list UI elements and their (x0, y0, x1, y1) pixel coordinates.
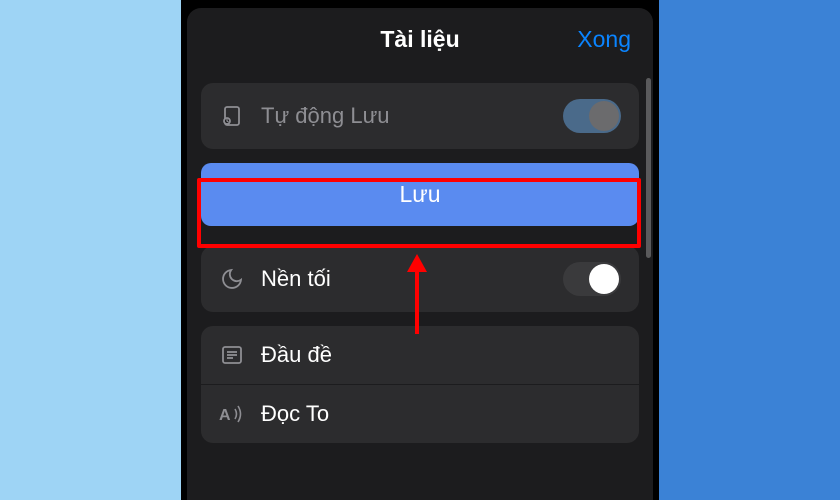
settings-section: Tự động Lưu Lưu Nền tối (201, 83, 639, 443)
scroll-indicator[interactable] (646, 78, 651, 258)
list-icon (219, 342, 245, 368)
save-button[interactable]: Lưu (201, 163, 639, 226)
darkmode-row: Nền tối (201, 246, 639, 312)
done-button[interactable]: Xong (577, 26, 631, 53)
readaloud-icon: A (219, 401, 245, 427)
phone-frame: Tài liệu Xong Tự động Lưu Lưu (181, 0, 659, 500)
readaloud-row[interactable]: A Đọc To (201, 385, 639, 443)
autosave-toggle[interactable] (563, 99, 621, 133)
autosave-icon (219, 103, 245, 129)
sheet-title: Tài liệu (380, 26, 459, 53)
headings-row[interactable]: Đầu đề (201, 326, 639, 384)
svg-text:A: A (219, 407, 231, 424)
autosave-row: Tự động Lưu (201, 83, 639, 149)
sheet-header: Tài liệu Xong (187, 8, 653, 71)
readaloud-label: Đọc To (261, 401, 621, 427)
moon-icon (219, 266, 245, 292)
darkmode-label: Nền tối (261, 266, 547, 292)
headings-label: Đầu đề (261, 342, 621, 368)
autosave-label: Tự động Lưu (261, 103, 547, 129)
document-sheet: Tài liệu Xong Tự động Lưu Lưu (187, 8, 653, 500)
darkmode-toggle[interactable] (563, 262, 621, 296)
